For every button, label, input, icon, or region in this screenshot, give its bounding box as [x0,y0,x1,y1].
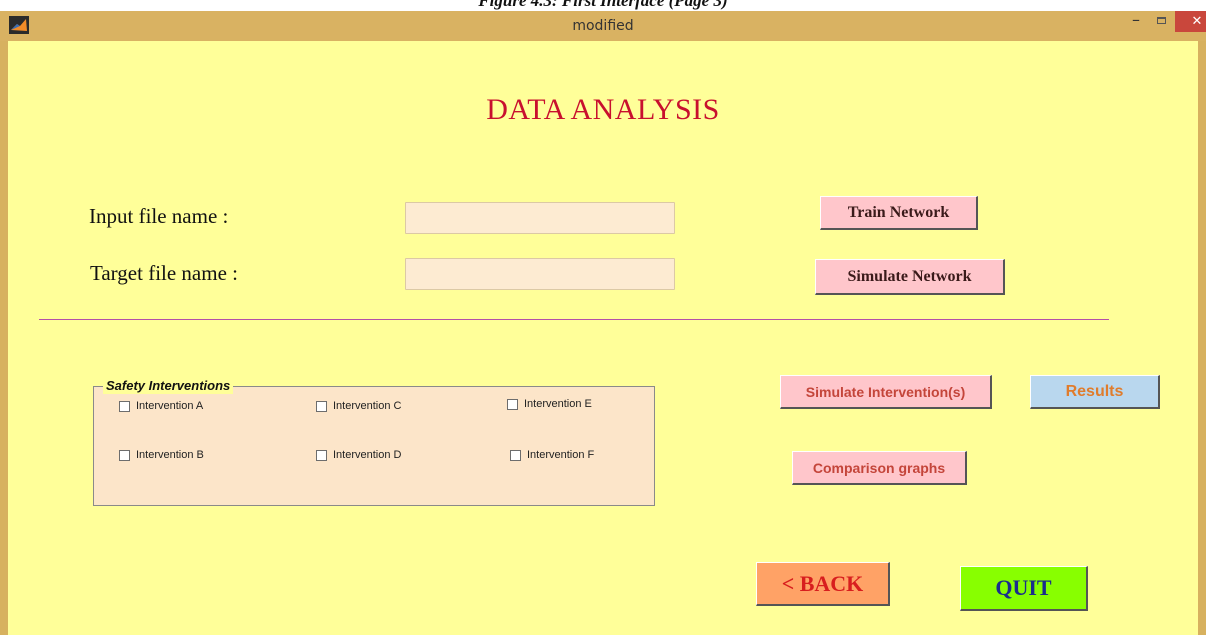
page-title: DATA ANALYSIS [486,93,720,126]
simulate-interventions-button[interactable]: Simulate Intervention(s) [780,375,992,409]
checkbox-box[interactable] [119,449,130,461]
train-network-button[interactable]: Train Network [820,196,978,230]
checkbox-box[interactable] [316,400,327,412]
checkbox-box[interactable] [119,400,130,412]
checkbox-box[interactable] [316,449,327,461]
maximize-icon [1157,17,1166,24]
close-button[interactable]: ✕ [1175,11,1206,32]
checkbox-intervention-c[interactable]: Intervention C [316,400,401,412]
section-divider [39,319,1109,320]
checkbox-intervention-f[interactable]: Intervention F [510,449,594,461]
comparison-graphs-button[interactable]: Comparison graphs [792,451,967,485]
checkbox-intervention-a[interactable]: Intervention A [119,400,203,412]
minimize-button[interactable]: – [1123,11,1149,32]
checkbox-box[interactable] [510,449,521,461]
checkbox-intervention-d[interactable]: Intervention D [316,449,401,461]
checkbox-label: Intervention B [136,449,204,461]
figure-client-area: DATA ANALYSIS Input file name : Target f… [8,41,1198,635]
checkbox-label: Intervention F [527,449,595,461]
simulate-network-button[interactable]: Simulate Network [815,259,1005,295]
results-button[interactable]: Results [1030,375,1160,409]
target-file-field[interactable] [405,258,675,290]
input-file-field[interactable] [405,202,675,234]
window-title: modified [572,18,634,34]
checkbox-label: Intervention A [136,400,204,412]
input-file-label: Input file name : [89,204,229,228]
title-bar: modified – ✕ [0,11,1206,41]
checkbox-box[interactable] [507,398,518,410]
back-button[interactable]: < BACK [756,562,890,606]
safety-interventions-title: Safety Interventions [103,378,234,394]
checkbox-label: Intervention D [333,449,402,461]
checkbox-intervention-b[interactable]: Intervention B [119,449,204,461]
figure-caption: Figure 4.3: First Interface (Page 3) [478,0,728,10]
checkbox-label: Intervention C [333,400,402,412]
app-window: modified – ✕ DATA ANALYSIS Input file na… [0,11,1206,635]
quit-button[interactable]: QUIT [960,566,1088,611]
target-file-label: Target file name : [90,261,238,285]
maximize-button[interactable] [1149,11,1175,32]
checkbox-label: Intervention E [524,398,592,410]
checkbox-intervention-e[interactable]: Intervention E [507,398,592,410]
